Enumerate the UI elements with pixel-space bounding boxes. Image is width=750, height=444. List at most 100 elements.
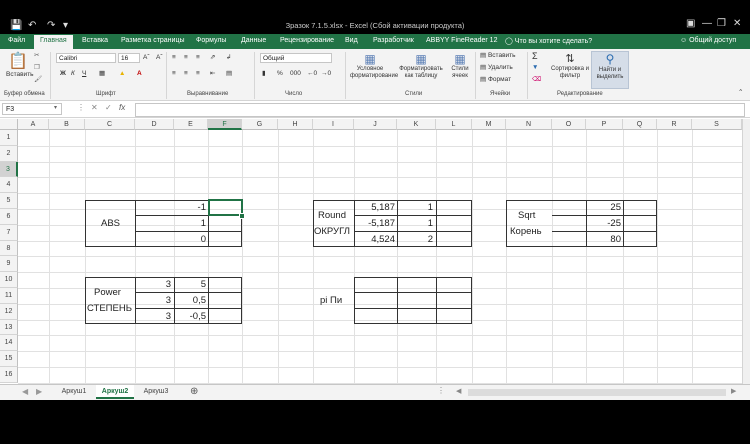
column-header-d[interactable]: D [135,119,174,130]
enter-icon[interactable]: ✓ [105,103,112,112]
row-header-15[interactable]: 15 [0,351,18,367]
increase-decimal-icon[interactable]: ←0 [307,70,317,78]
column-header-c[interactable]: C [85,119,135,130]
column-header-o[interactable]: O [552,119,586,130]
conditional-formatting-button[interactable]: ▦ Условное форматирование [350,52,398,80]
column-header-j[interactable]: J [354,119,397,130]
sheet-tab-1[interactable]: Аркуш1 [55,385,93,399]
vertical-scrollbar[interactable] [742,119,750,384]
align-top-icon[interactable]: ≡ [172,54,176,62]
cell-e8[interactable]: 5 [176,277,206,292]
share-button[interactable]: ☺ Общий доступ [680,37,736,44]
select-all-corner[interactable] [0,119,18,130]
tab-data[interactable]: Данные [241,37,266,44]
tab-developer[interactable]: Разработчик [373,37,414,44]
find-select-button[interactable]: ⚲ Найти и выделить [591,51,629,89]
row-header-16[interactable]: 16 [0,367,18,383]
column-header-n[interactable]: N [506,119,552,130]
cell-p4[interactable]: -25 [588,216,621,231]
align-center-icon[interactable]: ≡ [184,70,188,78]
row-header-12[interactable]: 12 [0,303,18,320]
format-as-table-button[interactable]: ▦ Форматировать как таблицу [397,52,445,80]
cell-c9[interactable]: СТЕПЕНЬ [87,301,132,316]
row-header-1[interactable]: 1 [0,130,18,146]
row-header-8[interactable]: 8 [0,240,18,257]
column-header-r[interactable]: R [657,119,692,130]
column-header-f[interactable]: F [208,119,242,130]
prev-sheet-icon[interactable]: ◀ [22,387,28,396]
cell-i4[interactable]: ОКРУГЛ [314,224,350,239]
collapse-ribbon-icon[interactable]: ⌃ [738,89,743,97]
column-header-h[interactable]: H [278,119,313,130]
cell-e5[interactable]: 0 [176,232,206,247]
cell-p5[interactable]: 80 [588,232,621,247]
cell-e4[interactable]: 1 [176,216,206,231]
tab-home[interactable]: Главная [34,35,73,49]
italic-button[interactable]: К [71,70,75,78]
formula-input[interactable] [135,103,745,117]
column-header-s[interactable]: S [692,119,742,130]
fill-icon[interactable]: ▼ [532,64,538,72]
delete-cells-button[interactable]: ▤ Удалить [480,64,513,72]
autosum-icon[interactable]: Σ [532,52,538,61]
cancel-icon[interactable]: ✕ [91,103,98,112]
fill-handle[interactable] [239,213,245,219]
column-header-l[interactable]: L [436,119,472,130]
cell-k5[interactable]: 2 [398,232,433,247]
cell-j3[interactable]: 5,187 [356,200,395,215]
font-name-select[interactable]: Calibri [56,53,116,63]
column-header-m[interactable]: M [472,119,506,130]
indent-icon[interactable]: ⇤ [210,70,215,78]
cell-p3[interactable]: 25 [588,200,621,215]
tab-formulas[interactable]: Формулы [196,37,226,44]
cell-n4[interactable]: Корень [510,224,542,239]
tab-page-layout[interactable]: Разметка страницы [121,37,185,44]
worksheet-grid[interactable]: ABCDEFGHIJKLMNOPQRS 1 2 3 4 5 6 7 8 9 10 11 12 13 14 1… [0,119,750,384]
row-header-2[interactable]: 2 [0,145,18,162]
clear-icon[interactable]: ⌫ [532,76,541,84]
row-header-11[interactable]: 11 [0,288,18,304]
restore-icon[interactable]: ❐ [717,18,726,29]
tab-view[interactable]: Вид [345,37,358,44]
cell-d10[interactable]: 3 [137,309,171,324]
insert-function-button[interactable]: fx [119,103,125,112]
number-format-select[interactable]: Общий [260,53,332,63]
ribbon-display-icon[interactable]: ▣ [686,18,695,29]
cell-d9[interactable]: 3 [137,293,171,308]
add-sheet-icon[interactable]: ⊕ [190,386,198,397]
row-header-9[interactable]: 9 [0,256,18,273]
cell-e10[interactable]: -0,5 [176,309,206,324]
column-header-e[interactable]: E [174,119,208,130]
tell-me-box[interactable]: ◯ Что вы хотите сделать? [505,37,592,45]
close-icon[interactable]: ✕ [733,18,741,29]
cell-c8[interactable]: Power [94,285,121,300]
column-header-a[interactable]: A [18,119,49,130]
font-color-icon[interactable]: A [137,70,142,78]
bold-button[interactable]: Ж [60,70,66,78]
cell-i3[interactable]: Round [318,208,346,223]
tab-review[interactable]: Рецензирование [280,37,334,44]
cell-j4[interactable]: -5,187 [356,216,395,231]
row-header-10[interactable]: 10 [0,272,18,288]
cut-icon[interactable]: ✂ [34,52,39,60]
sheet-tab-3[interactable]: Аркуш3 [137,385,175,399]
currency-icon[interactable]: ▮ [262,70,266,78]
tab-file[interactable]: Файл [8,37,25,44]
paste-button[interactable]: 📋 Вставить [6,53,34,79]
shrink-font-icon[interactable]: Aˇ [156,54,163,62]
copy-icon[interactable]: ❐ [34,64,40,72]
row-header-14[interactable]: 14 [0,335,18,352]
row-header-7[interactable]: 7 [0,224,18,241]
sort-filter-button[interactable]: ⇅ Сортировка и фильтр [551,52,589,80]
align-bottom-icon[interactable]: ≡ [196,54,200,62]
sheet-tab-2[interactable]: Аркуш2 [96,385,134,399]
format-painter-icon[interactable]: 🖌 [34,76,42,84]
cell-k4[interactable]: 1 [398,216,433,231]
orientation-icon[interactable]: ⇗ [210,54,215,62]
decrease-decimal-icon[interactable]: →0 [321,70,331,78]
cell-k3[interactable]: 1 [398,200,433,215]
align-right-icon[interactable]: ≡ [196,70,200,78]
name-box-dropdown-icon[interactable]: ▾ [54,104,57,111]
row-header-13[interactable]: 13 [0,319,18,336]
column-header-i[interactable]: I [313,119,354,130]
